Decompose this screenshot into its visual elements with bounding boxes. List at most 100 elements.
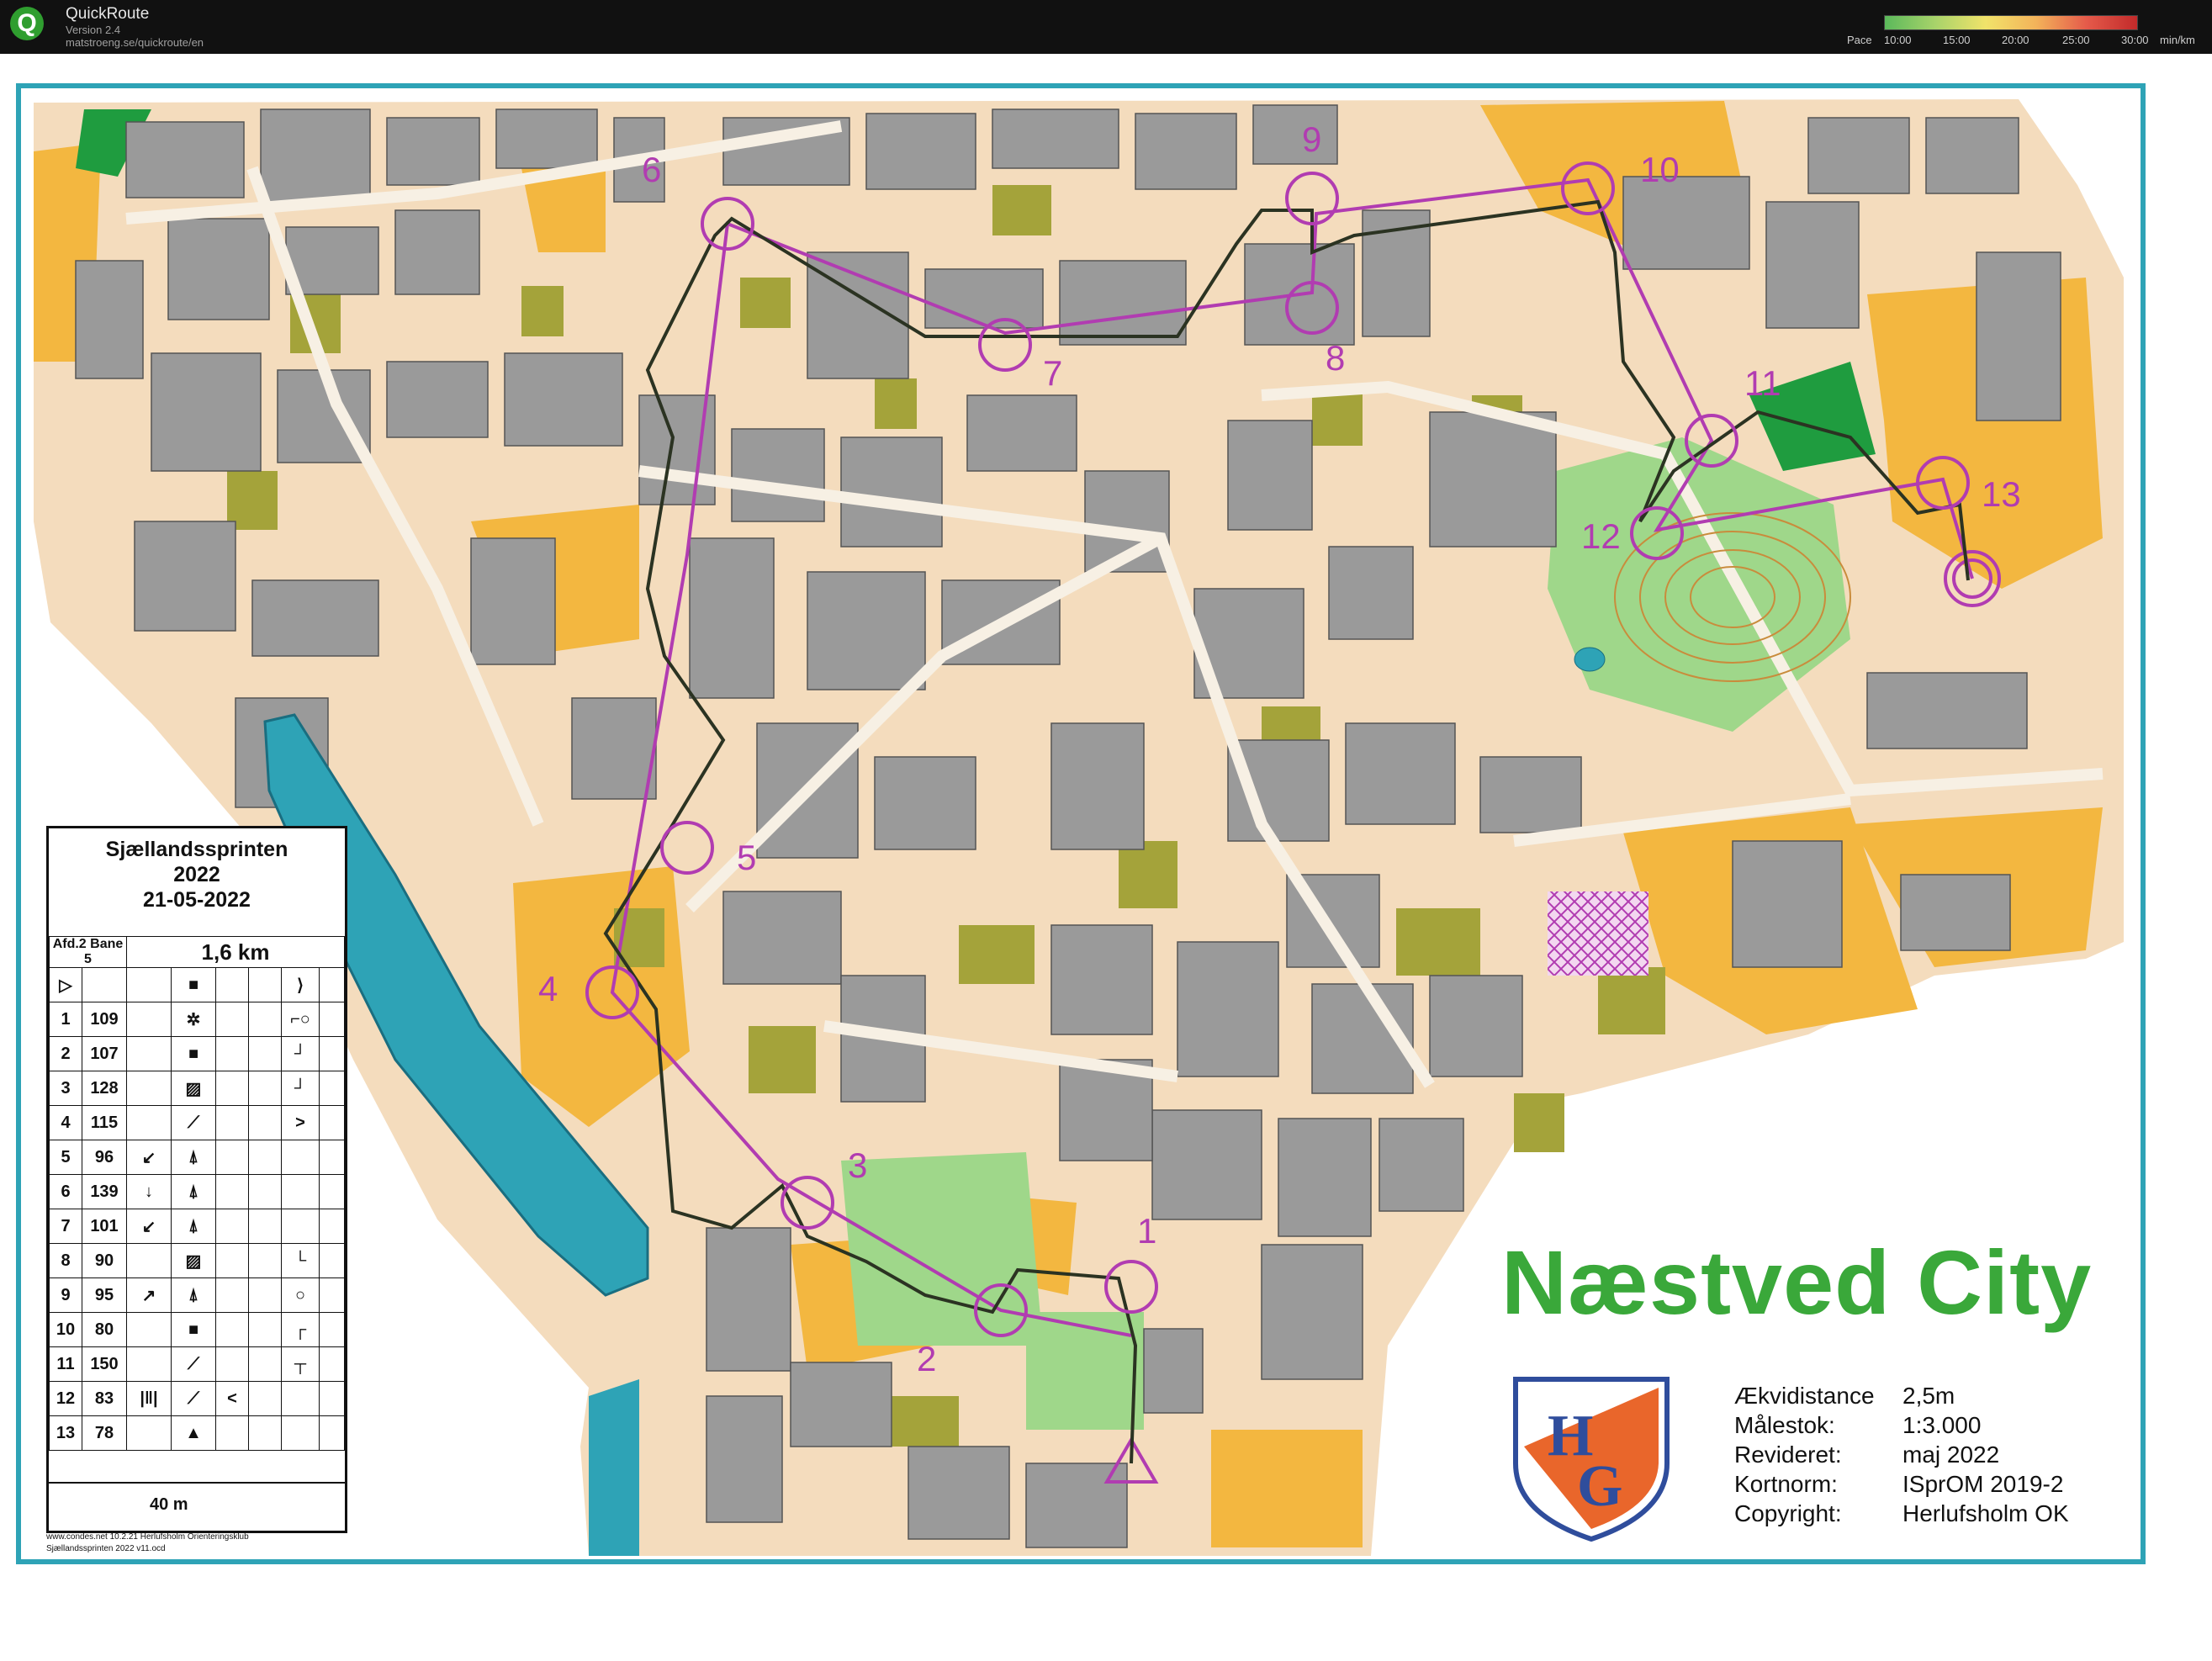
legend-row: 13 78 ▲ <box>49 1415 345 1451</box>
legend-cell: ▨ <box>171 1071 216 1106</box>
pace-label: Pace <box>1847 34 1872 46</box>
legend-cell <box>248 1415 282 1451</box>
legend-cell: 3 <box>49 1071 82 1106</box>
control-number: 1 <box>1137 1211 1156 1251</box>
info-label: Målestok: <box>1734 1412 1835 1438</box>
legend-cell <box>319 1002 345 1037</box>
legend-cell <box>319 1105 345 1140</box>
app-titlebar: Q QuickRoute Version 2.4 matstroeng.se/q… <box>0 0 2212 54</box>
club-logo: H G <box>1513 1377 1670 1542</box>
legend-cell: └ <box>281 1243 320 1278</box>
legend-row: 12 83 |‖| ⟋ < <box>49 1381 345 1416</box>
legend-cell: 7 <box>49 1209 82 1244</box>
legend-row: 6 139 ↓ ⍋ <box>49 1174 345 1209</box>
legend-cell: 90 <box>82 1243 127 1278</box>
legend-cell: 150 <box>82 1346 127 1382</box>
legend-cell: ┌ <box>281 1312 320 1347</box>
legend-cell: 2 <box>49 1036 82 1071</box>
info-value: 1:3.000 <box>1902 1412 1982 1438</box>
start-symbol-icon: ▷ <box>49 967 82 1002</box>
legend-cell: ↗ <box>126 1277 172 1313</box>
legend-cell <box>319 1209 345 1244</box>
legend-cell <box>319 1415 345 1451</box>
legend-cell <box>126 1415 172 1451</box>
legend-cell <box>281 1174 320 1209</box>
legend-cell: 128 <box>82 1071 127 1106</box>
legend-cell: |‖| <box>126 1381 172 1416</box>
legend-cell: 83 <box>82 1381 127 1416</box>
legend-cell: ⟋ <box>171 1381 216 1416</box>
legend-cell <box>319 1277 345 1313</box>
pace-color-scale: Pace 10:00 15:00 20:00 25:00 30:00 min/k… <box>1842 15 2204 49</box>
legend-cell <box>319 1036 345 1071</box>
legend-cell <box>215 1174 249 1209</box>
control-description-sheet: Sjællandssprinten 2022 21-05-2022 Afd.2 … <box>46 826 347 1533</box>
legend-cell <box>126 1071 172 1106</box>
legend-row: 10 80 ■ ┌ <box>49 1312 345 1347</box>
control-number: 2 <box>917 1339 936 1378</box>
legend-cell: ┬ <box>281 1346 320 1382</box>
legend-finish-distance: 40 m <box>150 1495 188 1514</box>
legend-cell <box>215 1243 249 1278</box>
legend-cell: ○ <box>281 1277 320 1313</box>
info-label: Kortnorm: <box>1734 1471 1838 1497</box>
legend-start-row: ▷ ■ ⟩ <box>49 967 345 1002</box>
legend-row: 2 107 ■ ┘ <box>49 1036 345 1071</box>
info-row: Kortnorm: ISprOM 2019-2 <box>1734 1469 2069 1499</box>
legend-row: 4 115 ⟋ > <box>49 1105 345 1140</box>
legend-cell <box>126 1105 172 1140</box>
app-url: matstroeng.se/quickroute/en <box>66 36 204 49</box>
logo-letter: G <box>1577 1454 1622 1519</box>
legend-cell: 10 <box>49 1312 82 1347</box>
legend-cell: 4 <box>49 1105 82 1140</box>
pace-unit: min/km <box>2160 34 2195 46</box>
legend-row: 1 109 ✲ ⌐○ <box>49 1002 345 1037</box>
legend-cell: 13 <box>49 1415 82 1451</box>
legend-cell <box>319 1174 345 1209</box>
legend-cell <box>248 1071 282 1106</box>
legend-cell <box>215 1277 249 1313</box>
legend-cell <box>248 1209 282 1244</box>
legend-credit: www.condes.net 10.2.21 Herlufsholm Orien… <box>46 1532 249 1542</box>
info-label: Copyright: <box>1734 1500 1842 1526</box>
legend-cell: ▲ <box>171 1415 216 1451</box>
canal-water-south <box>589 1379 639 1556</box>
legend-cell <box>248 1140 282 1175</box>
legend-cell: ⟋ <box>171 1346 216 1382</box>
control-number: 9 <box>1302 119 1321 159</box>
legend-cell: 5 <box>49 1140 82 1175</box>
legend-cell <box>215 1415 249 1451</box>
legend-cell: ⍋ <box>171 1174 216 1209</box>
legend-cell: ⌐○ <box>281 1002 320 1037</box>
legend-cell: ↓ <box>126 1174 172 1209</box>
info-value: 2,5m <box>1902 1383 1955 1409</box>
legend-cell <box>248 1312 282 1347</box>
legend-cell: 80 <box>82 1312 127 1347</box>
control-number: 6 <box>642 150 661 189</box>
legend-cell: ✲ <box>171 1002 216 1037</box>
legend-cell: 95 <box>82 1277 127 1313</box>
legend-cell <box>319 1243 345 1278</box>
legend-row: 9 95 ↗ ⍋ ○ <box>49 1277 345 1313</box>
legend-class: Afd.2 Bane 5 <box>49 936 127 968</box>
legend-cell: 78 <box>82 1415 127 1451</box>
legend-cell: ⍋ <box>171 1140 216 1175</box>
info-row: Revideret: maj 2022 <box>1734 1440 2069 1469</box>
legend-cell: ⟋ <box>171 1105 216 1140</box>
legend-cell <box>126 1243 172 1278</box>
legend-cell: 101 <box>82 1209 127 1244</box>
pace-tick: 20:00 <box>2002 34 2029 46</box>
legend-cell: ▨ <box>171 1243 216 1278</box>
legend-cell <box>126 1036 172 1071</box>
legend-credit: Sjællandssprinten 2022 v11.ocd <box>46 1544 166 1553</box>
legend-cell <box>126 1002 172 1037</box>
legend-title: Sjællandssprinten 2022 21-05-2022 <box>49 828 345 912</box>
control-number: 4 <box>538 969 558 1008</box>
legend-cell: 115 <box>82 1105 127 1140</box>
legend-cell: < <box>215 1381 249 1416</box>
legend-header-row: Afd.2 Bane 5 1,6 km <box>49 936 345 968</box>
legend-cell <box>215 1346 249 1382</box>
legend-cell <box>248 1036 282 1071</box>
info-value: Herlufsholm OK <box>1902 1500 2069 1526</box>
legend-cell <box>319 1346 345 1382</box>
